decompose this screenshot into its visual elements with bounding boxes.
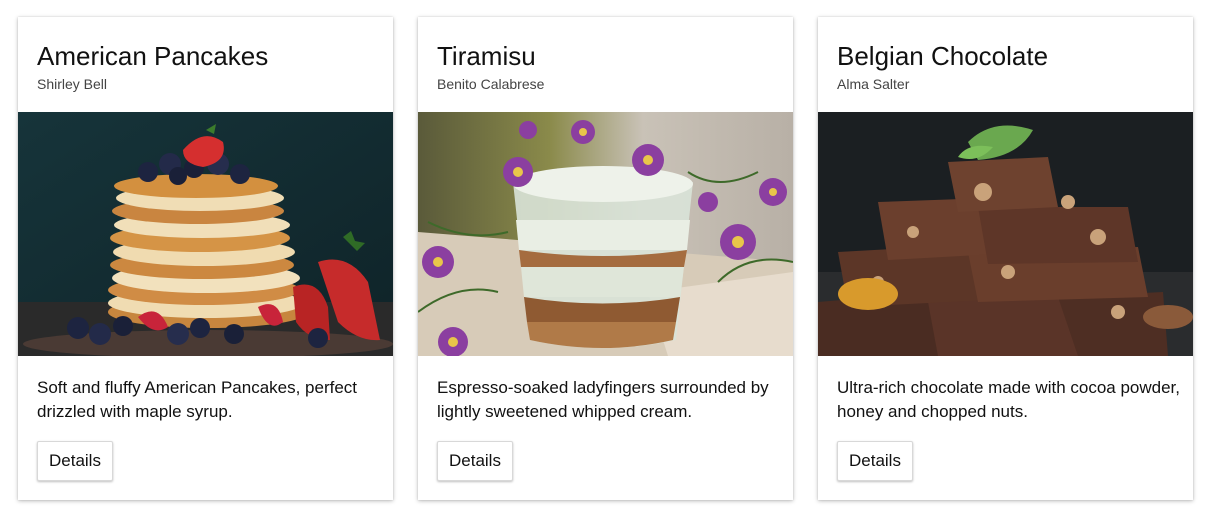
details-button[interactable]: Details — [837, 441, 913, 481]
details-button[interactable]: Details — [437, 441, 513, 481]
card-title: American Pancakes — [37, 41, 269, 71]
recipe-card-belgian-chocolate: Belgian Chocolate Alma Salter Ultra-rich… — [818, 17, 1193, 500]
chocolate-image — [818, 112, 1193, 356]
recipe-card-tiramisu: Tiramisu Benito Calabrese Espresso-soake… — [418, 17, 793, 500]
card-description: Ultra-rich chocolate made with cocoa pow… — [837, 378, 1180, 421]
card-title: Belgian Chocolate — [837, 41, 1049, 71]
details-button[interactable]: Details — [37, 441, 113, 481]
card-title: Tiramisu — [437, 41, 536, 71]
card-author: Alma Salter — [837, 76, 910, 92]
tiramisu-image — [418, 112, 793, 356]
recipe-card-list: American Pancakes Shirley Bell Soft and … — [0, 0, 1209, 513]
card-author: Shirley Bell — [37, 76, 108, 92]
card-author: Benito Calabrese — [437, 76, 545, 92]
pancakes-image — [18, 112, 393, 356]
card-description: Espresso-soaked ladyfingers surrounded b… — [437, 378, 769, 421]
card-description: Soft and fluffy American Pancakes, perfe… — [37, 378, 358, 421]
recipe-card-american-pancakes: American Pancakes Shirley Bell Soft and … — [18, 17, 393, 500]
